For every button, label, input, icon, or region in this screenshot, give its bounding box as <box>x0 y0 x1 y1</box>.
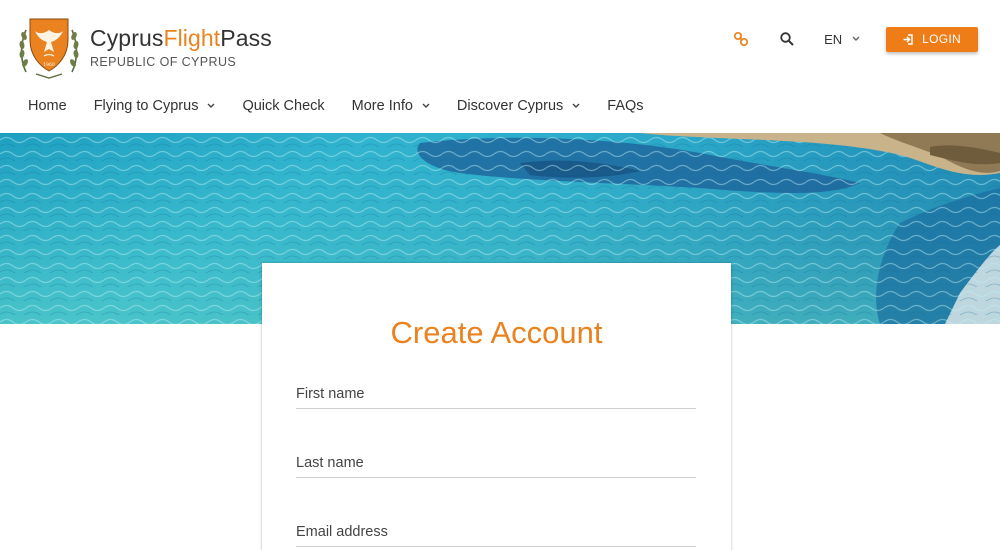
nav-item-home[interactable]: Home <box>28 98 67 114</box>
form-title: Create Account <box>390 315 603 350</box>
last-name-input[interactable] <box>296 448 696 477</box>
nav-item-label: FAQs <box>607 98 644 114</box>
chevron-down-icon <box>572 103 580 109</box>
search-icon[interactable] <box>774 26 800 52</box>
login-label: LOGIN <box>922 32 961 46</box>
brand-name-part1: Cyprus <box>90 25 164 51</box>
brand-name-part3: Pass <box>220 25 272 51</box>
first-name-field <box>296 379 696 409</box>
nav-item-quick-check[interactable]: Quick Check <box>242 98 324 114</box>
email-input[interactable] <box>296 517 696 546</box>
nav-item-label: Discover Cyprus <box>456 98 564 114</box>
emblem-year: 1960 <box>43 62 55 68</box>
nav-item-label: Quick Check <box>242 98 325 114</box>
nav-item-label: Home <box>28 98 67 114</box>
nav-item-label: Flying to Cyprus <box>93 98 199 114</box>
brand-name-part2: Flight <box>163 25 221 51</box>
nav-item-faqs[interactable]: FAQs <box>607 98 643 114</box>
chevron-down-icon <box>422 103 430 109</box>
cyprus-emblem-icon: 1960 <box>19 18 79 79</box>
brand-subtitle: REPUBLIC OF CYPRUS <box>90 55 237 69</box>
language-selector[interactable]: EN <box>824 32 860 47</box>
main-nav: Home Flying to Cyprus Quick Check More I… <box>28 98 671 114</box>
nav-item-label: More Info <box>351 98 413 114</box>
login-button[interactable]: LOGIN <box>886 26 978 52</box>
nav-item-flying-to-cyprus[interactable]: Flying to Cyprus <box>94 98 216 114</box>
nav-item-discover-cyprus[interactable]: Discover Cyprus <box>457 98 580 114</box>
language-label: EN <box>824 31 843 47</box>
first-name-input[interactable] <box>296 379 696 408</box>
login-icon <box>903 33 914 45</box>
site-header: 1960 CyprusFlightPass REPUBLIC OF CYPRUS… <box>0 0 1000 133</box>
brand-name: CyprusFlightPass <box>90 24 272 52</box>
brand-logo[interactable]: 1960 CyprusFlightPass REPUBLIC OF CYPRUS <box>18 16 272 80</box>
header-tools: EN LOGIN <box>728 26 978 52</box>
create-account-card: Create Account <box>262 263 731 550</box>
link-icon[interactable] <box>728 26 754 52</box>
nav-item-more-info[interactable]: More Info <box>352 98 430 114</box>
email-field <box>296 517 696 547</box>
chevron-down-icon <box>852 34 860 44</box>
last-name-field <box>296 448 696 478</box>
chevron-down-icon <box>207 103 215 109</box>
